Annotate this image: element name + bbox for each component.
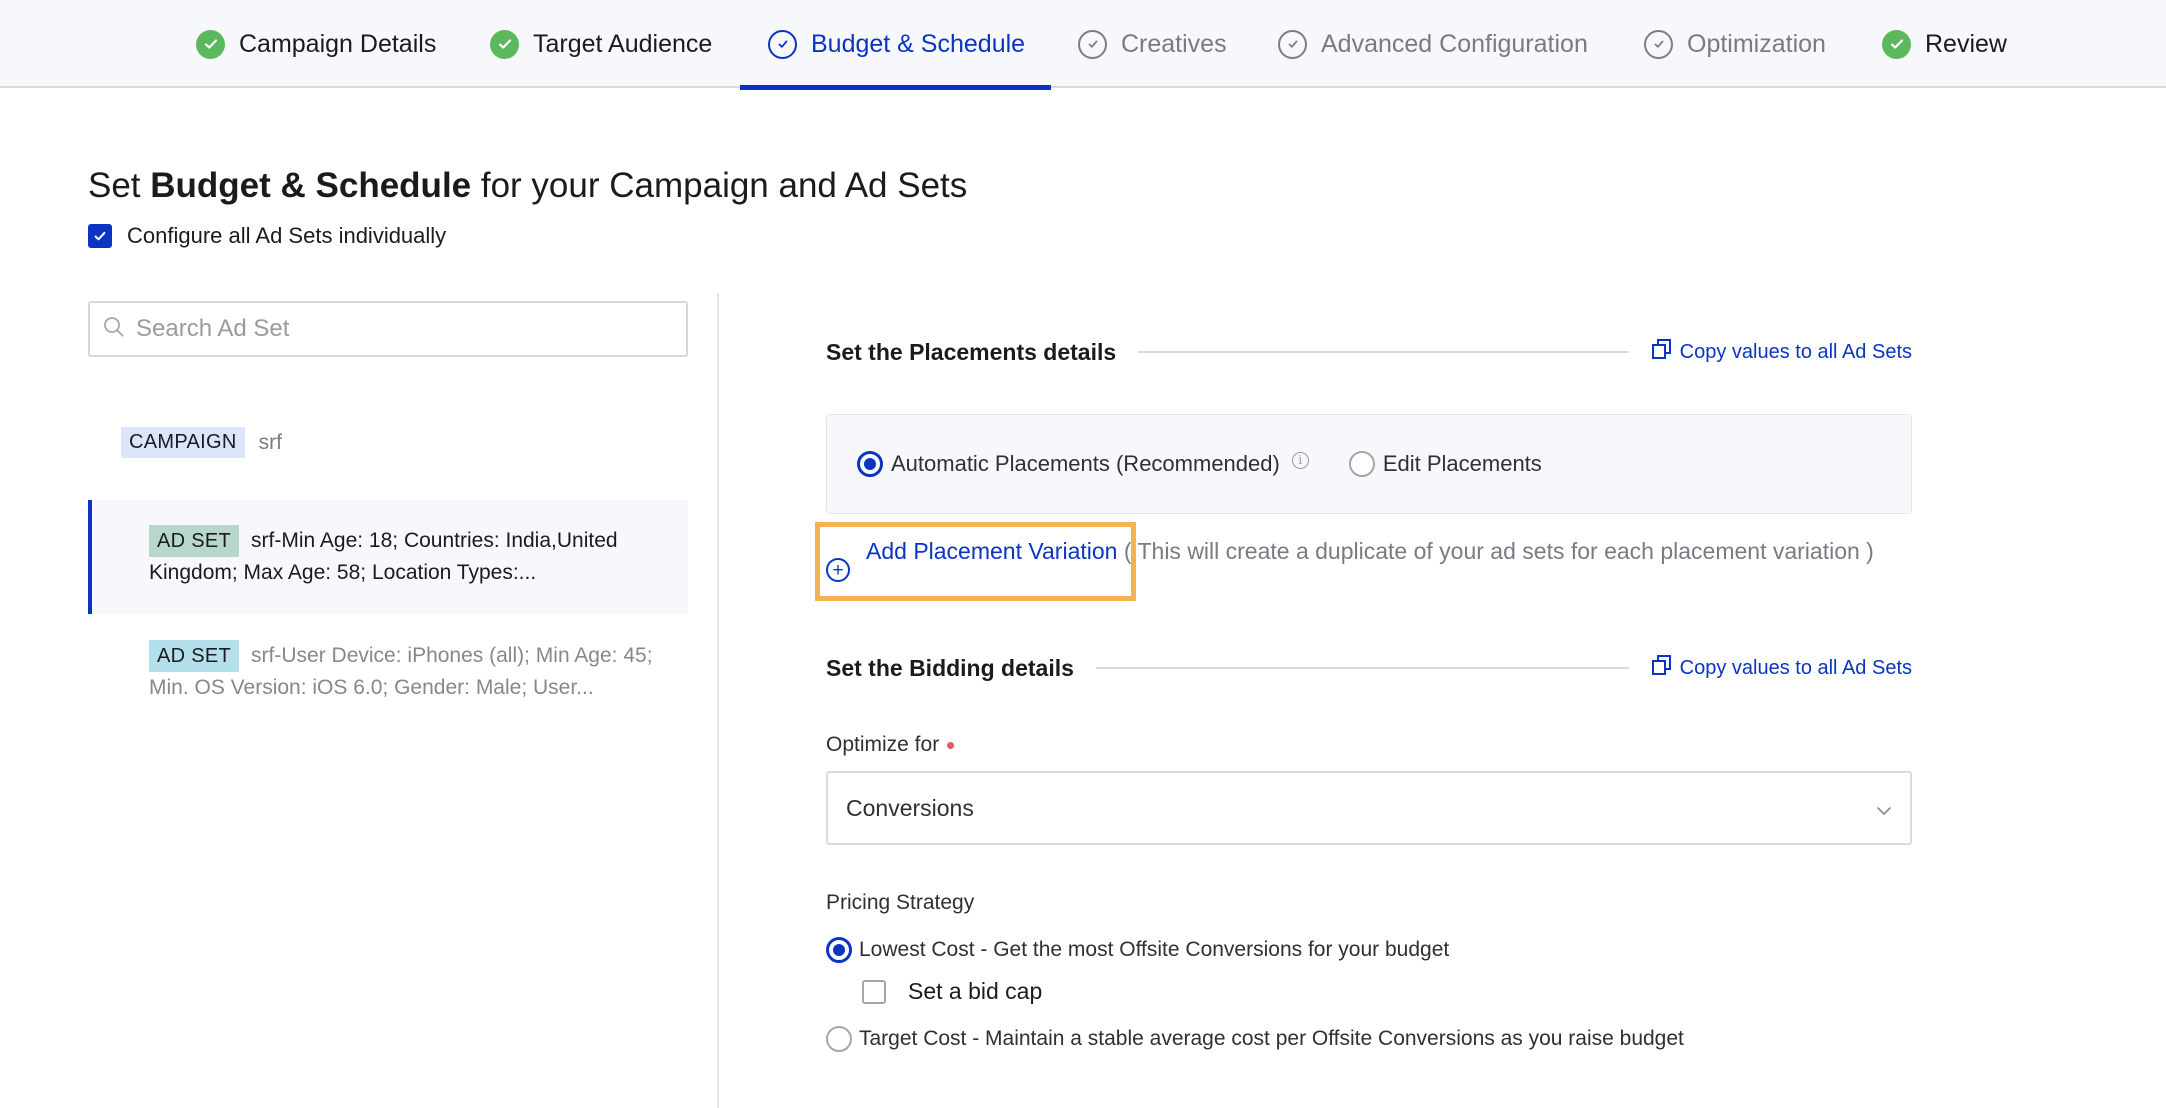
campaign-name: srf	[258, 430, 282, 454]
check-circle-outline-icon	[1078, 29, 1107, 59]
step-label: Target Audience	[533, 29, 713, 58]
bid-cap-label: Set a bid cap	[908, 978, 1043, 1004]
optimize-for-text: Optimize for	[826, 733, 940, 756]
step-review[interactable]: Review	[1882, 0, 2007, 88]
copy-label: Copy values to all Ad Sets	[1679, 340, 1912, 363]
ad-set-item-selected[interactable]: AD SET srf-Min Age: 18; Countries: India,…	[88, 500, 688, 614]
title-bold: Budget & Schedule	[150, 166, 472, 205]
search-ad-set-input[interactable]	[136, 315, 656, 343]
step-label: Campaign Details	[239, 29, 437, 58]
pricing-strategy-label: Pricing Strategy	[826, 891, 975, 914]
search-ad-set-field[interactable]	[88, 301, 688, 357]
section-divider	[1138, 351, 1629, 353]
campaign-badge: CAMPAIGN	[121, 427, 245, 458]
checkbox-unchecked-icon[interactable]	[862, 979, 886, 1004]
step-label: Budget & Schedule	[811, 29, 1026, 58]
radio-unselected-icon[interactable]	[826, 1026, 852, 1052]
radio-selected-icon[interactable]	[826, 937, 852, 963]
copy-icon	[1651, 654, 1673, 682]
bidding-title: Set the Bidding details	[826, 654, 1074, 681]
lowest-cost-label: Lowest Cost - Get the most Offsite Conve…	[859, 938, 1450, 961]
check-circle-icon	[490, 29, 519, 59]
step-optimization[interactable]: Optimization	[1644, 0, 1826, 88]
step-target-audience[interactable]: Target Audience	[490, 0, 712, 88]
bid-cap-checkbox[interactable]: Set a bid cap	[862, 978, 1042, 1005]
check-circle-icon	[1882, 29, 1911, 59]
title-suffix: for your Campaign and Ad Sets	[471, 166, 968, 205]
radio-selected-icon[interactable]	[857, 451, 883, 477]
target-cost-radio[interactable]: Target Cost - Maintain a stable average …	[826, 1026, 1684, 1052]
copy-label: Copy values to all Ad Sets	[1679, 656, 1912, 679]
target-cost-label: Target Cost - Maintain a stable average …	[859, 1027, 1684, 1050]
chevron-down-icon	[1876, 795, 1892, 822]
title-prefix: Set	[88, 166, 151, 205]
ad-set-badge: AD SET	[149, 640, 240, 672]
add-placement-variation-link[interactable]: Add Placement Variation	[866, 538, 1117, 564]
check-circle-outline-icon	[1278, 29, 1307, 59]
ad-set-badge: AD SET	[149, 525, 240, 557]
automatic-placements-label: Automatic Placements (Recommended)	[891, 451, 1280, 476]
placements-options-box: Automatic Placements (Recommended) i Edi…	[826, 414, 1912, 514]
optimize-for-select[interactable]: Conversions	[826, 771, 1912, 845]
placements-section-header: Set the Placements details Copy values t…	[826, 338, 1912, 366]
copy-placements-to-all-button[interactable]: Copy values to all Ad Sets	[1651, 338, 1912, 366]
bidding-section-header: Set the Bidding details Copy values to a…	[826, 654, 1912, 682]
step-advanced-configuration[interactable]: Advanced Configuration	[1278, 0, 1588, 88]
copy-icon	[1651, 338, 1673, 366]
ad-set-item[interactable]: AD SET srf-User Device: iPhones (all); Mi…	[88, 640, 688, 720]
info-icon[interactable]: i	[1291, 451, 1309, 469]
check-circle-icon	[196, 29, 225, 59]
configure-individually-checkbox[interactable]: Configure all Ad Sets individually	[88, 223, 446, 249]
lowest-cost-radio[interactable]: Lowest Cost - Get the most Offsite Conve…	[826, 937, 1449, 963]
check-circle-outline-icon	[1644, 29, 1673, 59]
search-icon	[102, 315, 126, 344]
copy-bidding-to-all-button[interactable]: Copy values to all Ad Sets	[1651, 654, 1912, 682]
step-creatives[interactable]: Creatives	[1078, 0, 1227, 88]
edit-placements-radio[interactable]: Edit Placements	[1348, 451, 1542, 477]
section-divider	[1095, 667, 1629, 669]
placements-title: Set the Placements details	[826, 338, 1117, 365]
edit-placements-label: Edit Placements	[1382, 451, 1542, 476]
step-label: Optimization	[1687, 29, 1826, 58]
required-indicator	[947, 741, 955, 749]
checkbox-checked-icon[interactable]	[88, 224, 112, 248]
configure-individually-label: Configure all Ad Sets individually	[127, 223, 447, 248]
optimize-for-label: Optimize for	[826, 733, 955, 757]
step-campaign-details[interactable]: Campaign Details	[196, 0, 436, 88]
add-placement-variation-row: + Add Placement Variation ( This will cr…	[826, 535, 1926, 582]
automatic-placements-radio[interactable]: Automatic Placements (Recommended) i	[857, 451, 1309, 477]
radio-unselected-icon[interactable]	[1348, 451, 1375, 477]
step-budget-schedule[interactable]: Budget & Schedule	[739, 0, 1052, 90]
add-placement-variation-note: ( This will create a duplicate of your a…	[1123, 538, 1874, 564]
step-label: Creatives	[1121, 29, 1227, 58]
check-circle-outline-icon	[768, 29, 797, 59]
page-title: Set Budget & Schedule for your Campaign …	[88, 166, 967, 206]
panel-divider	[717, 293, 719, 1108]
plus-circle-icon[interactable]: +	[826, 558, 850, 582]
progress-stepper: Campaign Details Target Audience Budget …	[0, 0, 2166, 90]
step-label: Advanced Configuration	[1321, 29, 1588, 58]
campaign-item[interactable]: CAMPAIGN srf	[121, 427, 282, 458]
optimize-for-value: Conversions	[846, 794, 974, 821]
step-label: Review	[1925, 29, 2007, 58]
